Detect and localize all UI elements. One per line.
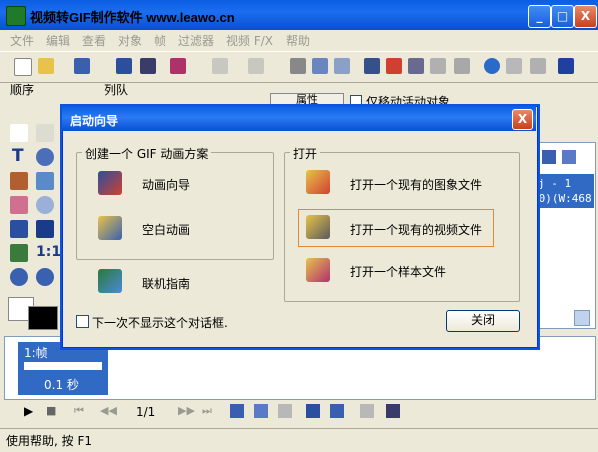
rotate-icon[interactable] xyxy=(36,148,54,166)
export-icon[interactable] xyxy=(140,58,156,74)
fill-bucket-icon[interactable] xyxy=(10,220,28,238)
duplicate-frame-icon[interactable] xyxy=(254,404,268,418)
actual-size-icon[interactable]: 1:1 xyxy=(36,244,61,260)
close-button[interactable]: X xyxy=(574,5,597,28)
layer-line-1: j - 1 xyxy=(538,177,572,190)
dont-show-checkbox[interactable] xyxy=(76,315,89,328)
move-frame-icon[interactable] xyxy=(306,404,320,418)
paste-icon[interactable] xyxy=(334,58,350,74)
dont-show-label: 下一次不显示这个对话框. xyxy=(92,316,228,330)
transform-icon[interactable] xyxy=(36,220,54,238)
properties-panel xyxy=(528,142,596,329)
animation-wizard-icon[interactable] xyxy=(98,171,122,195)
redo-icon[interactable] xyxy=(248,58,264,74)
animation-wizard-option[interactable]: 动画向导 xyxy=(142,176,190,193)
menu-filter[interactable]: 过滤器 xyxy=(178,32,214,49)
preview-icon[interactable] xyxy=(170,58,186,74)
first-frame-icon[interactable]: ⏮ xyxy=(74,404,84,418)
menu-video-fx[interactable]: 视频 F/X xyxy=(226,32,273,49)
frame-icon[interactable] xyxy=(364,58,380,74)
maximize-button[interactable]: □ xyxy=(551,5,574,28)
brush-icon[interactable] xyxy=(10,172,28,190)
save-icon[interactable] xyxy=(74,58,90,74)
next-frame-icon[interactable]: ▶▶ xyxy=(178,404,195,417)
eraser-icon[interactable] xyxy=(10,196,28,214)
queue-label: 列队 xyxy=(104,83,129,97)
open-sample-option[interactable]: 打开一个样本文件 xyxy=(350,263,446,280)
frame-label: 1:帧 xyxy=(24,346,48,360)
online-guide-icon[interactable] xyxy=(98,269,122,293)
ellipse-icon[interactable] xyxy=(36,196,54,214)
online-guide-option[interactable]: 联机指南 xyxy=(142,275,190,292)
add-frame-icon[interactable] xyxy=(230,404,244,418)
dialog-title: 启动向导 xyxy=(70,114,119,128)
layer-copy-icon[interactable] xyxy=(562,150,576,164)
open-video-option[interactable]: 打开一个现有的视频文件 xyxy=(350,221,482,238)
stop-icon[interactable]: ■ xyxy=(46,404,56,417)
new-file-icon[interactable] xyxy=(14,58,32,76)
reverse-frame-icon[interactable] xyxy=(330,404,344,418)
effect-icon[interactable] xyxy=(454,58,470,74)
menu-help[interactable]: 帮助 xyxy=(286,32,310,49)
open-image-option[interactable]: 打开一个现有的图象文件 xyxy=(350,176,482,193)
zoom-out-icon[interactable] xyxy=(36,268,54,286)
cut-icon[interactable] xyxy=(290,58,306,74)
app-icon xyxy=(6,6,26,26)
menu-file[interactable]: 文件 xyxy=(10,32,34,49)
create-group-label: 创建一个 GIF 动画方案 xyxy=(82,145,212,162)
lasso-icon[interactable] xyxy=(36,172,54,190)
frame-preview xyxy=(24,362,102,370)
prev-frame-icon[interactable]: ◀◀ xyxy=(100,404,117,417)
menu-view[interactable]: 查看 xyxy=(82,32,106,49)
page-indicator: 1/1 xyxy=(136,405,156,419)
minimize-button[interactable]: _ xyxy=(528,5,551,28)
optimize-icon[interactable] xyxy=(506,58,522,74)
status-text: 使用帮助, 按 F1 xyxy=(6,434,92,448)
delete-frame-icon[interactable] xyxy=(278,404,292,418)
dialog-close-button[interactable]: 关闭 xyxy=(446,310,520,332)
open-folder-icon[interactable] xyxy=(38,58,54,74)
copy-icon[interactable] xyxy=(312,58,328,74)
foreground-color-swatch[interactable] xyxy=(28,306,58,330)
create-group-box xyxy=(76,152,274,260)
open-image-icon[interactable] xyxy=(306,170,330,194)
browser-icon[interactable] xyxy=(484,58,500,74)
menu-object[interactable]: 对象 xyxy=(118,32,142,49)
open-sample-icon[interactable] xyxy=(306,258,330,282)
undo-icon[interactable] xyxy=(212,58,228,74)
scroll-right-button[interactable] xyxy=(574,310,590,326)
layer-add-icon[interactable] xyxy=(542,150,556,164)
last-frame-icon[interactable]: ⏭ xyxy=(202,404,212,418)
web-icon[interactable] xyxy=(530,58,546,74)
menu-frame[interactable]: 帧 xyxy=(154,32,166,49)
crop-icon[interactable] xyxy=(408,58,424,74)
insert-icon[interactable] xyxy=(386,58,402,74)
play-icon[interactable]: ▶ xyxy=(24,404,33,418)
zoom-in-icon[interactable] xyxy=(10,268,28,286)
dialog-close-x-button[interactable]: X xyxy=(512,109,533,130)
help-pointer-icon[interactable] xyxy=(558,58,574,74)
menu-edit[interactable]: 编辑 xyxy=(46,32,70,49)
order-label: 顺序 xyxy=(10,83,35,97)
blank-animation-icon[interactable] xyxy=(98,216,122,240)
import-icon[interactable] xyxy=(116,58,132,74)
layer-line-2: .0)(W:468 xyxy=(532,192,592,205)
select-arrow-icon[interactable] xyxy=(10,124,28,142)
window-title: 视频转GIF制作软件 www.leawo.cn xyxy=(30,10,235,25)
play-bar xyxy=(0,398,598,426)
eyedropper-icon[interactable] xyxy=(10,244,28,262)
frame-time: 0.1 秒 xyxy=(44,378,79,392)
frame-properties-icon[interactable] xyxy=(386,404,400,418)
dialog-title-bar xyxy=(62,106,536,131)
marquee-icon[interactable] xyxy=(36,124,54,142)
open-video-icon[interactable] xyxy=(306,215,330,239)
delete-icon[interactable] xyxy=(430,58,446,74)
open-group-label: 打开 xyxy=(290,145,321,162)
blank-animation-option[interactable]: 空白动画 xyxy=(142,221,190,238)
text-tool-icon[interactable]: T xyxy=(12,146,24,166)
tween-icon[interactable] xyxy=(360,404,374,418)
